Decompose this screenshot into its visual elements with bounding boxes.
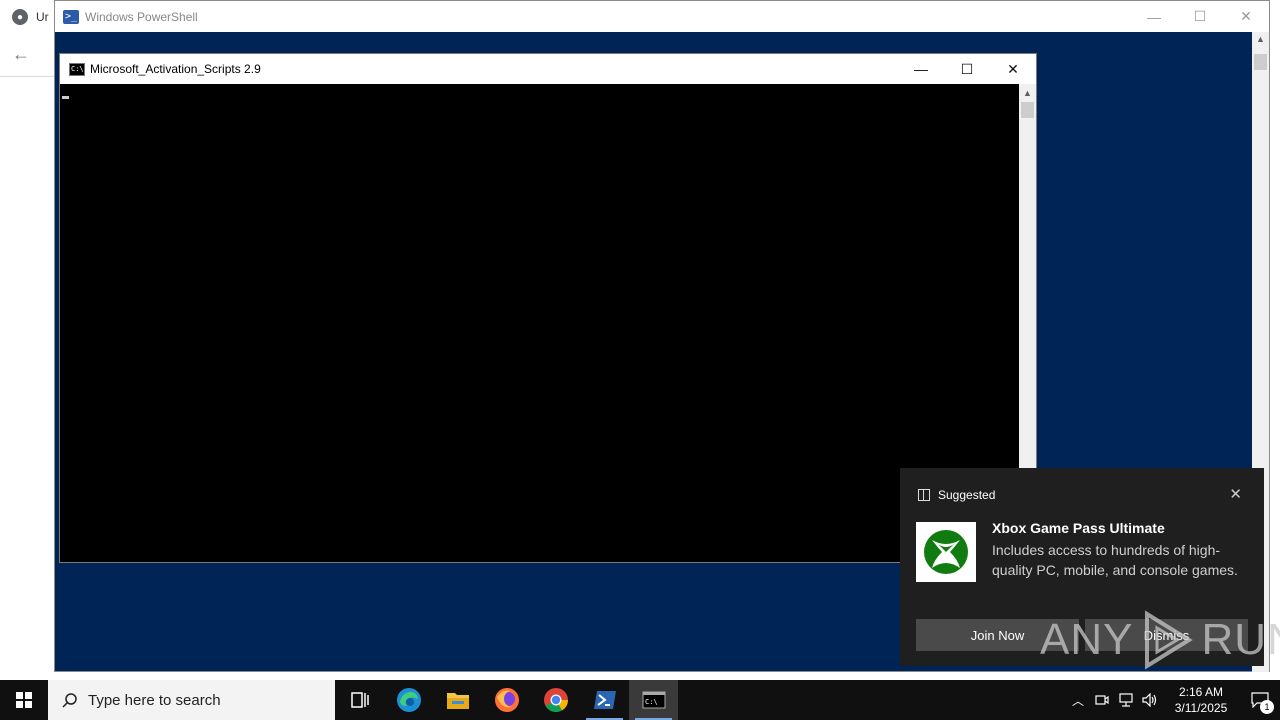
- notification-header: Suggested: [918, 488, 995, 502]
- file-explorer-icon[interactable]: [433, 680, 482, 720]
- cmd-icon: C:\: [69, 62, 85, 76]
- action-center-button[interactable]: 1: [1240, 680, 1280, 720]
- cmd-title: Microsoft_Activation_Scripts 2.9: [90, 62, 261, 76]
- suggested-icon: [918, 489, 930, 501]
- maximize-button[interactable]: ☐: [944, 54, 990, 84]
- clock[interactable]: 2:16 AM 3/11/2025: [1162, 684, 1240, 716]
- close-icon[interactable]: ✕: [1229, 485, 1242, 503]
- dismiss-button[interactable]: Dismiss: [1085, 619, 1248, 651]
- powershell-titlebar[interactable]: >_ Windows PowerShell — ☐ ✕: [55, 1, 1269, 32]
- globe-icon: ●: [12, 9, 28, 25]
- search-placeholder: Type here to search: [88, 691, 221, 709]
- chrome-icon[interactable]: [531, 680, 580, 720]
- minimize-button[interactable]: —: [1131, 1, 1177, 32]
- maximize-button[interactable]: ☐: [1177, 1, 1223, 32]
- meet-now-icon[interactable]: [1090, 693, 1114, 707]
- xbox-logo: [916, 522, 976, 582]
- powershell-icon: >_: [63, 9, 79, 24]
- powershell-title: Windows PowerShell: [85, 9, 198, 24]
- taskbar-search[interactable]: Type here to search: [48, 680, 335, 720]
- scroll-up-icon[interactable]: ▲: [1252, 34, 1269, 44]
- suggested-notification: Suggested ✕ Xbox Game Pass Ultimate Incl…: [900, 468, 1264, 666]
- close-button[interactable]: ✕: [990, 54, 1036, 84]
- start-button[interactable]: [0, 680, 48, 720]
- chevron-up-icon[interactable]: ︿: [1066, 692, 1090, 709]
- edge-icon[interactable]: [384, 680, 433, 720]
- browser-tab[interactable]: ● Ur: [12, 4, 49, 30]
- browser-tab-label: Ur: [36, 10, 49, 24]
- join-now-button[interactable]: Join Now: [916, 619, 1079, 651]
- powershell-taskbar-icon[interactable]: [580, 680, 629, 720]
- clock-date: 3/11/2025: [1174, 701, 1228, 715]
- divider: [0, 76, 60, 77]
- scroll-up-icon[interactable]: ▲: [1019, 88, 1036, 98]
- svg-text:C:\: C:\: [645, 698, 658, 706]
- back-arrow-icon[interactable]: ←: [12, 44, 30, 65]
- task-view-icon[interactable]: [335, 680, 384, 720]
- taskbar: Type here to search C:\ ︿ 2:16 AM 3/11/2…: [0, 680, 1280, 720]
- windows-icon: [16, 692, 32, 708]
- xbox-logo-graphic: [924, 530, 968, 574]
- scroll-thumb[interactable]: [1254, 54, 1267, 70]
- network-icon[interactable]: [1114, 693, 1138, 707]
- notification-badge: 1: [1260, 700, 1274, 714]
- minimize-button[interactable]: —: [898, 54, 944, 84]
- browser-nav: ←: [12, 44, 30, 65]
- console-output[interactable]: [60, 84, 1020, 562]
- notification-title: Xbox Game Pass Ultimate: [992, 520, 1165, 536]
- firefox-icon[interactable]: [482, 680, 531, 720]
- volume-icon[interactable]: [1138, 693, 1162, 707]
- text-cursor: [62, 96, 69, 99]
- notification-text: Includes access to hundreds of high-qual…: [992, 542, 1238, 578]
- notification-header-label: Suggested: [938, 488, 996, 502]
- scroll-thumb[interactable]: [1021, 102, 1034, 118]
- search-icon: [62, 693, 77, 708]
- cmd-taskbar-icon[interactable]: C:\: [629, 680, 678, 720]
- close-button[interactable]: ✕: [1223, 1, 1269, 32]
- system-tray: ︿ 2:16 AM 3/11/2025 1: [1066, 680, 1280, 720]
- cmd-titlebar[interactable]: C:\ Microsoft_Activation_Scripts 2.9 — ☐…: [60, 54, 1036, 84]
- cmd-window: C:\ Microsoft_Activation_Scripts 2.9 — ☐…: [59, 53, 1037, 563]
- clock-time: 2:16 AM: [1178, 685, 1224, 699]
